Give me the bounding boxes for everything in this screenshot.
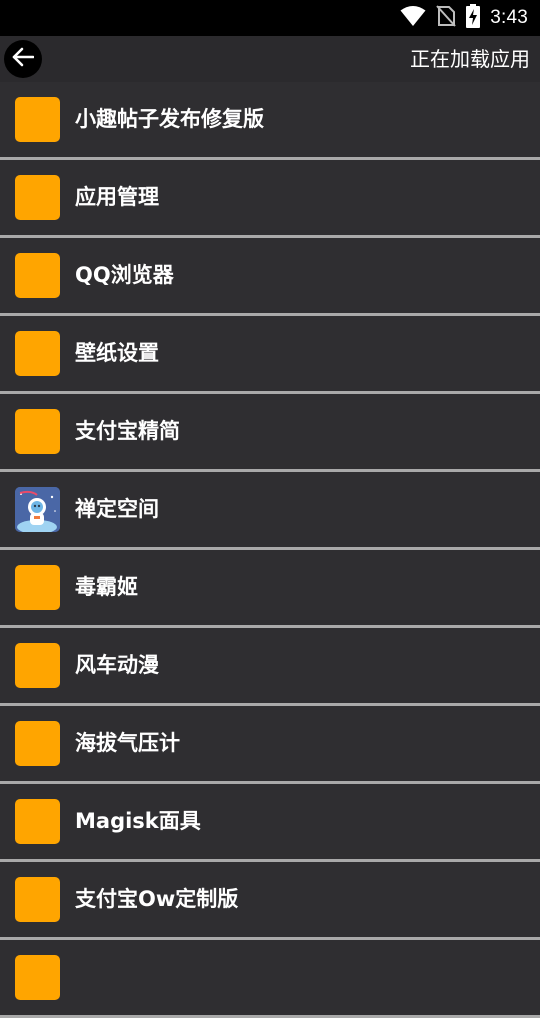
battery-charging-icon — [466, 4, 481, 32]
no-sim-icon — [436, 5, 456, 31]
app-label: 毒霸姬 — [75, 575, 138, 599]
default-app-icon — [15, 877, 60, 922]
app-label: 风车动漫 — [75, 653, 159, 677]
app-list-item[interactable]: 毒霸姬 — [0, 550, 540, 628]
default-app-icon — [15, 799, 60, 844]
app-list-item[interactable]: 应用管理 — [0, 160, 540, 238]
app-list-item[interactable]: 海拔气压计 — [0, 706, 540, 784]
default-app-icon — [15, 253, 60, 298]
back-button[interactable] — [4, 40, 42, 78]
app-label: 应用管理 — [75, 185, 159, 209]
status-icons: 3:43 — [400, 0, 528, 36]
default-app-icon — [15, 97, 60, 142]
astronaut-app-icon — [15, 487, 60, 532]
default-app-icon — [15, 721, 60, 766]
app-label: 禅定空间 — [75, 497, 159, 521]
status-bar: 3:43 — [0, 0, 540, 36]
app-list-item[interactable] — [0, 940, 540, 1018]
arrow-left-icon — [12, 46, 35, 72]
app-list-item[interactable]: 禅定空间 — [0, 472, 540, 550]
default-app-icon — [15, 565, 60, 610]
app-list-item[interactable]: Magisk面具 — [0, 784, 540, 862]
app-label: 支付宝Ow定制版 — [75, 887, 239, 911]
app-list-item[interactable]: 壁纸设置 — [0, 316, 540, 394]
app-label: Magisk面具 — [75, 809, 201, 833]
app-list-item[interactable]: QQ浏览器 — [0, 238, 540, 316]
page-title: 正在加载应用 — [410, 47, 530, 71]
app-list-item[interactable]: 支付宝精简 — [0, 394, 540, 472]
app-list-item[interactable]: 支付宝Ow定制版 — [0, 862, 540, 940]
default-app-icon — [15, 643, 60, 688]
default-app-icon — [15, 175, 60, 220]
app-label: 海拔气压计 — [75, 731, 180, 755]
app-list: 小趣帖子发布修复版 应用管理 QQ浏览器 壁纸设置 支付宝精简 禅定空间 毒霸姬… — [0, 82, 540, 1018]
app-label: 小趣帖子发布修复版 — [75, 107, 264, 131]
app-bar: 正在加载应用 — [0, 36, 540, 82]
app-label: QQ浏览器 — [75, 263, 174, 287]
app-list-item[interactable]: 小趣帖子发布修复版 — [0, 82, 540, 160]
default-app-icon — [15, 409, 60, 454]
app-list-item[interactable]: 风车动漫 — [0, 628, 540, 706]
wifi-icon — [400, 5, 426, 31]
app-label: 支付宝精简 — [75, 419, 180, 443]
default-app-icon — [15, 955, 60, 1000]
status-time: 3:43 — [490, 7, 528, 28]
default-app-icon — [15, 331, 60, 376]
app-label: 壁纸设置 — [75, 341, 159, 365]
